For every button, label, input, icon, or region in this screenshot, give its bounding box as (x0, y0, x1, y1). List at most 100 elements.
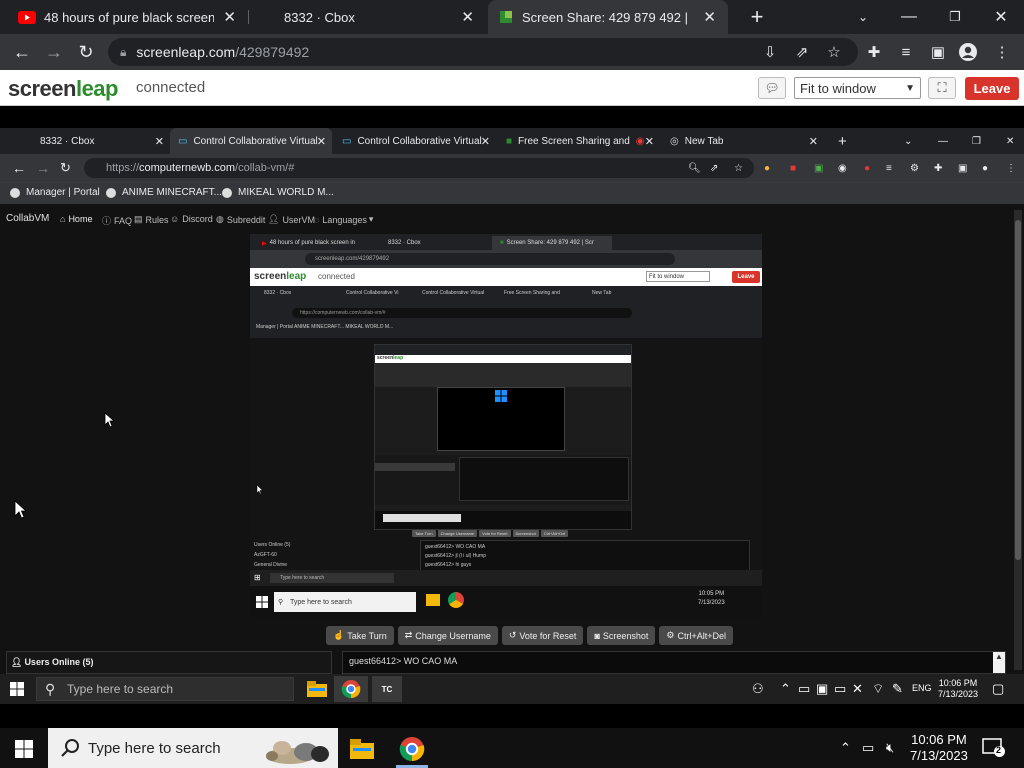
minimize-icon[interactable]: — (930, 128, 956, 154)
close-window-icon[interactable]: ✕ (978, 0, 1024, 34)
windows-start-icon[interactable] (10, 682, 24, 701)
file-explorer-icon[interactable] (342, 734, 382, 764)
bookmark-item[interactable]: ANIME MINECRAFT... (106, 187, 222, 198)
extension-icon[interactable]: ⚙ (902, 155, 927, 181)
mute-icon[interactable]: 🔇︎ (886, 740, 894, 756)
fit-select[interactable]: Fit to window ▼ (794, 77, 921, 99)
battery-icon[interactable]: ▭ (834, 681, 846, 697)
fullscreen-button[interactable]: ⛶ (928, 77, 956, 99)
notification-icon[interactable]: ▢ (992, 681, 1004, 697)
chevron-up-icon[interactable]: ⌃ (780, 681, 791, 697)
remote-tab[interactable]: ▭ Control Collaborative Virtual ✕ (170, 128, 332, 154)
collabvm-brand[interactable]: CollabVM (6, 213, 49, 224)
remote-tab[interactable]: 8332 · Cbox ✕ (10, 128, 170, 154)
ctrl-alt-del-button[interactable]: ⚙ Ctrl+Alt+Del (659, 626, 733, 645)
nav-home[interactable]: ⌂ Home (60, 214, 92, 224)
vm-screen[interactable]: ▶ 48 hours of pure black screen in 8332 ·… (250, 234, 762, 618)
leave-button[interactable]: Leave (965, 77, 1019, 100)
nav-rules[interactable]: ▤ Rules (134, 214, 169, 225)
network-icon[interactable]: ▭ (862, 740, 874, 756)
bookmark-item[interactable]: Manager | Portal (10, 187, 100, 198)
search-box[interactable]: Type here to search (48, 728, 338, 768)
back-icon[interactable]: ← (10, 40, 34, 64)
extension-icon[interactable]: ■ (782, 155, 804, 181)
lock-icon: 🔒︎ (120, 44, 127, 59)
clock[interactable]: 10:06 PM 7/13/2023 (910, 732, 968, 764)
extension-icon[interactable]: ◉ (830, 155, 855, 181)
language-indicator[interactable]: ENG (912, 683, 932, 693)
take-turn-button[interactable]: ☝ Take Turn (326, 626, 394, 645)
nav-subreddit[interactable]: ◍ Subreddit (216, 214, 265, 225)
screenshot-button[interactable]: ◙ Screenshot (587, 626, 656, 645)
shared-screen[interactable]: 8332 · Cbox ✕ ▭ Control Collaborative Virt… (0, 106, 1024, 704)
tab-cbox[interactable]: 8332 · Cbox ✕ (250, 0, 486, 34)
tray-app-icon[interactable]: ▣ (816, 681, 828, 697)
chat-scrollbar[interactable]: ▲ (993, 652, 1005, 673)
profile-avatar-icon[interactable]: ● (974, 155, 996, 181)
remote-tab[interactable]: ▭ Control Collaborative Virtual ✕ (334, 128, 496, 154)
remote-clock[interactable]: 10:06 PM 7/13/2023 (938, 678, 978, 700)
pen-icon[interactable]: ✎ (892, 681, 903, 697)
extension-icon[interactable]: ▣ (806, 155, 831, 181)
bookmark-star-icon[interactable]: ☆ (726, 155, 751, 181)
new-tab-icon[interactable]: + (830, 128, 855, 154)
mute-icon[interactable]: ✕ (852, 681, 863, 697)
tab-youtube[interactable]: 48 hours of pure black screen in | ✕ (8, 0, 248, 34)
chevron-down-icon[interactable]: ⌄ (896, 128, 920, 154)
tab-screenleap[interactable]: Screen Share: 429 879 492 | Scre ✕ (488, 0, 728, 34)
share-icon[interactable]: ⇗ (792, 42, 812, 62)
close-tab-icon[interactable]: ✕ (461, 8, 474, 26)
restore-icon[interactable]: ❐ (964, 128, 989, 154)
extensions-icon[interactable]: ✚ (926, 155, 950, 181)
remote-tab[interactable]: ■ Free Screen Sharing and ◉ ✕ (498, 128, 660, 154)
nav-uservm[interactable]: 👤︎ UserVM (268, 214, 315, 225)
remote-search-box[interactable]: ⚲ Type here to search (36, 677, 294, 701)
remote-page-scrollbar[interactable] (1014, 210, 1022, 670)
remote-tab[interactable]: ◎ New Tab ✕ (662, 128, 824, 154)
change-username-button[interactable]: ⇄ Change Username (397, 626, 498, 645)
menu-kebab-icon[interactable]: ⋮ (998, 155, 1024, 181)
side-panel-icon[interactable]: ▣ (928, 42, 948, 62)
minimize-icon[interactable]: — (886, 0, 932, 34)
chat-button[interactable]: 💬︎ (758, 77, 786, 99)
bookmark-item[interactable]: MIKEAL WORLD M... (222, 187, 334, 198)
bookmark-star-icon[interactable]: ☆ (824, 42, 844, 62)
tc-app-icon[interactable]: TC (372, 676, 402, 702)
nav-discord[interactable]: ☺ Discord (170, 214, 213, 224)
nav-languages[interactable]: ◌ Languages ▾ (314, 214, 373, 225)
close-window-icon[interactable]: ✕ (998, 128, 1022, 154)
reload-icon[interactable]: ↻ (74, 40, 98, 64)
people-icon[interactable]: ⚇ (752, 681, 764, 697)
profile-avatar-icon[interactable] (958, 42, 978, 62)
chrome-icon[interactable] (334, 676, 368, 702)
address-bar[interactable]: 🔒︎ screenleap.com/429879492 (108, 38, 858, 66)
side-panel-icon[interactable]: ▣ (950, 155, 975, 181)
close-tab-icon[interactable]: ✕ (703, 8, 716, 26)
extensions-icon[interactable]: ✚ (864, 42, 884, 62)
extension-icon[interactable]: ● (856, 155, 878, 181)
share-icon[interactable]: ⇗ (702, 155, 726, 181)
forward-icon[interactable]: → (42, 40, 66, 64)
windows-start-icon[interactable] (4, 734, 44, 764)
menu-kebab-icon[interactable]: ⋮ (992, 42, 1012, 62)
search-placeholder: Type here to search (88, 739, 221, 757)
notification-center-icon[interactable]: 2 (982, 738, 1006, 763)
new-tab-icon[interactable]: + (734, 0, 780, 34)
vote-reset-button[interactable]: ↺ Vote for Reset (501, 626, 584, 645)
chrome-icon[interactable] (392, 734, 432, 764)
remote-address-bar[interactable]: https://computernewb.com/collab-vm/# (84, 158, 754, 178)
tab-search-chevron-icon[interactable]: ⌄ (840, 0, 886, 34)
wifi-icon[interactable]: ⌔ (872, 681, 884, 697)
install-icon[interactable]: ⇩ (760, 42, 780, 62)
close-tab-icon[interactable]: ✕ (223, 8, 236, 26)
restore-icon[interactable]: ❐ (932, 0, 978, 34)
media-icon[interactable]: ≡ (878, 155, 900, 181)
file-explorer-icon[interactable] (302, 676, 332, 702)
nav-faq[interactable]: ⓘ FAQ (102, 214, 132, 227)
tray-app-icon[interactable]: ▭ (798, 681, 810, 697)
reload-icon[interactable]: ↻ (52, 155, 79, 181)
media-icon[interactable]: ≡ (896, 42, 916, 62)
chrome-icon: ◎ (670, 135, 679, 147)
extension-icon[interactable]: ● (756, 155, 778, 181)
chevron-up-icon[interactable]: ⌃ (840, 740, 851, 756)
